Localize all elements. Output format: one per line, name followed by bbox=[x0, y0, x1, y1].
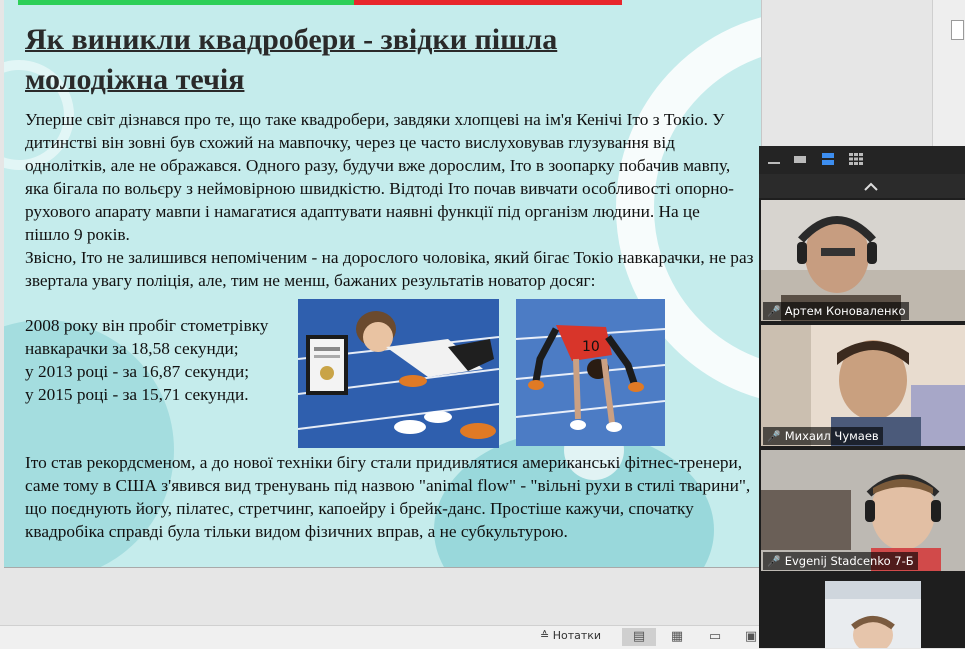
chevron-up-icon bbox=[864, 182, 878, 191]
paragraph-intro[interactable]: Уперше світ дізнався про те, що таке ква… bbox=[25, 108, 747, 246]
slide-title[interactable]: Як виникли квадробери - звідки пішла мол… bbox=[25, 20, 665, 100]
record-item: у 2013 році - за 16,87 секунди; bbox=[25, 362, 250, 381]
normal-view-icon[interactable]: ▤ bbox=[622, 628, 656, 646]
participant-video bbox=[761, 575, 965, 648]
progress-bar-green bbox=[18, 0, 354, 5]
paragraph-police[interactable]: Звісно, Іто не залишився непоміченим - н… bbox=[25, 246, 761, 292]
photo-ito-running[interactable]: 10 bbox=[516, 299, 665, 446]
video-call-panel: 🎤 Артем Коноваленко 🎤 Михаил Чумаев 🎤 Evgen… bbox=[759, 146, 965, 648]
participant-video-tile[interactable]: 🎤 Михаил Чумаев bbox=[761, 325, 965, 446]
notes-icon: ≙ bbox=[540, 629, 550, 642]
reading-view-icon[interactable]: ▭ bbox=[698, 628, 732, 646]
editor-scrollbar[interactable] bbox=[932, 0, 965, 150]
mic-muted-icon: 🎤 bbox=[767, 305, 781, 318]
paragraph-animal-flow[interactable]: Іто став рекордсменом, а до нової технік… bbox=[25, 451, 761, 543]
record-item: у 2015 році - за 15,71 секунди. bbox=[25, 385, 249, 404]
scroll-up-button[interactable] bbox=[759, 174, 965, 198]
participant-video-tile[interactable]: 🎤 Артем Коноваленко bbox=[761, 200, 965, 321]
single-view-icon[interactable] bbox=[793, 153, 807, 165]
participant-name-tag: 🎤 Артем Коноваленко bbox=[763, 302, 910, 320]
participant-name-tag: 🎤 Михаил Чумаев bbox=[763, 427, 883, 445]
mic-muted-icon: 🎤 bbox=[767, 555, 781, 568]
participant-video-tile[interactable]: 🎤 Evgenij Stadcenko 7-Б bbox=[761, 450, 965, 571]
mic-muted-icon: 🎤 bbox=[767, 430, 781, 443]
grid-view-icon[interactable] bbox=[849, 153, 863, 165]
status-bar: ≙ Нотатки ▤ ▦ ▭ ▣ bbox=[0, 625, 759, 649]
participant-video-tile[interactable] bbox=[761, 575, 965, 648]
notes-label: Нотатки bbox=[552, 629, 602, 642]
photo-ito-certificate[interactable] bbox=[298, 299, 499, 448]
minimize-view-icon[interactable] bbox=[767, 153, 781, 165]
participant-name-tag: 🎤 Evgenij Stadcenko 7-Б bbox=[763, 552, 918, 570]
records-list[interactable]: 2008 року він пробіг стометрівку навкара… bbox=[25, 314, 305, 406]
slideshow-view-icon[interactable]: ▣ bbox=[734, 628, 768, 646]
svg-text:10: 10 bbox=[582, 339, 600, 355]
slide-sorter-view-icon[interactable]: ▦ bbox=[660, 628, 694, 646]
notes-button[interactable]: ≙ Нотатки bbox=[540, 629, 601, 642]
progress-bar-red bbox=[354, 0, 622, 5]
video-view-toolbar bbox=[759, 146, 965, 174]
slide-canvas[interactable]: Як виникли квадробери - звідки пішла мол… bbox=[4, 0, 762, 568]
participant-name: Михаил Чумаев bbox=[784, 429, 879, 443]
record-item: 2008 року він пробіг стометрівку навкара… bbox=[25, 316, 269, 358]
participant-name: Артем Коноваленко bbox=[784, 304, 906, 318]
strip-view-icon[interactable] bbox=[821, 153, 835, 165]
scrollbar-thumb[interactable] bbox=[951, 20, 964, 40]
participant-name: Evgenij Stadcenko 7-Б bbox=[784, 554, 914, 568]
